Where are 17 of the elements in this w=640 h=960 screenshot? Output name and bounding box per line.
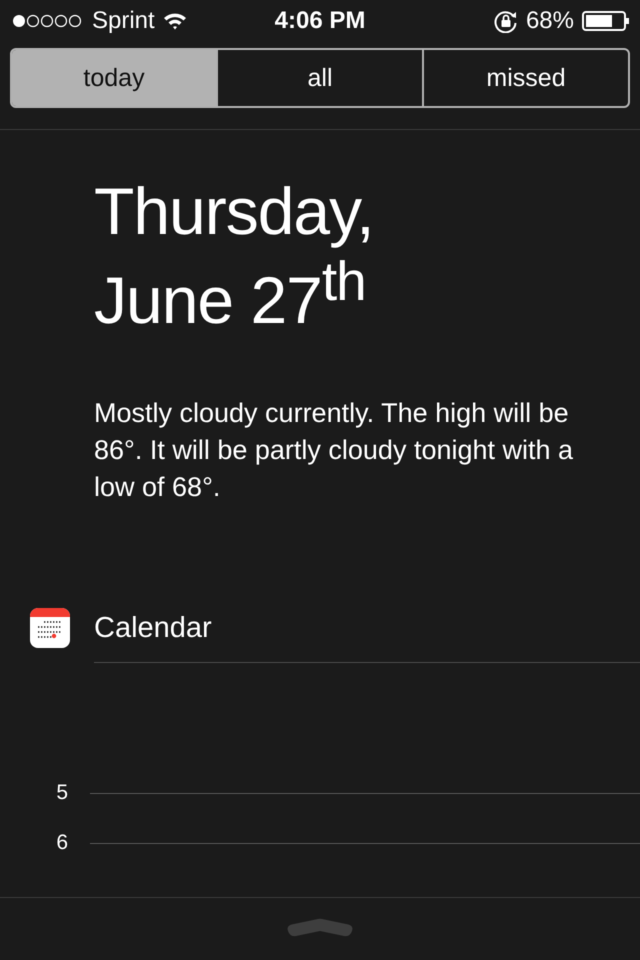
status-time: 4:06 PM (274, 7, 366, 35)
tab[interactable]: today (12, 50, 216, 106)
wifi-icon (162, 12, 187, 30)
battery-icon (582, 11, 630, 31)
weather-summary: Mostly cloudy currently. The high will be 86°. It will be partly cloudy tonight with a low of 68°. (94, 397, 574, 504)
battery-percent: 68% (526, 7, 574, 35)
hour-label: 6 (55, 831, 69, 855)
calendar-title: Calendar (94, 612, 212, 644)
weekday-heading: Thursday, (94, 176, 375, 246)
tab[interactable]: all (216, 50, 422, 106)
rotation-lock-icon (494, 9, 518, 33)
signal-icon (12, 14, 84, 28)
hour-label: 5 (55, 781, 69, 805)
tab[interactable]: missed (422, 50, 628, 106)
date-heading: June 27$^{th}$ (94, 249, 367, 335)
carrier-name: Sprint (92, 7, 155, 35)
calendar-icon (30, 608, 70, 648)
